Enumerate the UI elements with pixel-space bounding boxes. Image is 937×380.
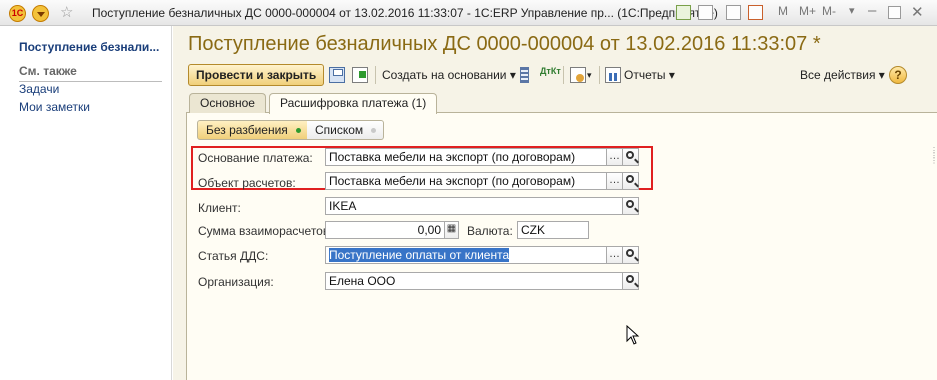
- calculator-icon[interactable]: ▦: [444, 221, 459, 239]
- sidebar-link-tasks[interactable]: Задачи: [19, 82, 59, 96]
- settlement-object-label: Объект расчетов:: [198, 176, 296, 190]
- app-logo-icon[interactable]: 1С: [9, 5, 26, 22]
- organization-field[interactable]: Елена ООО: [325, 272, 623, 290]
- close-icon[interactable]: ✕: [911, 3, 924, 21]
- list-icon[interactable]: [520, 67, 529, 83]
- mouse-cursor-icon: [626, 325, 640, 345]
- search-icon: [626, 275, 634, 283]
- search-button[interactable]: [622, 148, 639, 166]
- form-area: Поступление безналичных ДС 0000-000004 о…: [173, 26, 937, 380]
- dtkt-icon[interactable]: ДтКт: [540, 67, 561, 83]
- search-icon: [626, 175, 634, 183]
- see-also-heading: См. также: [19, 64, 77, 78]
- search-icon: [626, 249, 634, 257]
- main-menu-icon[interactable]: [32, 5, 49, 22]
- mode-list-label: Списком: [315, 123, 364, 137]
- post-and-close-button[interactable]: Провести и закрыть: [188, 64, 325, 86]
- chevron-down-icon[interactable]: ▾: [587, 64, 592, 86]
- search-icon: [626, 151, 634, 159]
- search-icon: [626, 200, 634, 208]
- search-button[interactable]: [622, 172, 639, 190]
- client-label: Клиент:: [198, 201, 241, 215]
- doc-icon[interactable]: [570, 67, 586, 83]
- organization-label: Организация:: [198, 275, 274, 289]
- mode-no-split-label: Без разбиения: [206, 123, 288, 137]
- client-field[interactable]: IKEA: [325, 197, 623, 215]
- select-ellipsis-button[interactable]: …: [606, 246, 623, 264]
- maximize-icon[interactable]: [888, 6, 901, 19]
- calendar-icon[interactable]: [748, 5, 763, 20]
- panel-header[interactable]: Поступление безнали...: [19, 40, 164, 54]
- currency-label: Валюта:: [467, 224, 513, 238]
- memory-plus-button[interactable]: M+: [799, 4, 816, 22]
- cash-flow-item-label: Статья ДДС:: [198, 249, 269, 263]
- resize-grip[interactable]: ⋮ ⋮ ⋮: [930, 147, 937, 165]
- page-title: Поступление безналичных ДС 0000-000004 о…: [188, 33, 821, 55]
- save-icon[interactable]: [329, 67, 345, 83]
- search-button[interactable]: [622, 272, 639, 290]
- cash-flow-item-field[interactable]: Поступление оплаты от клиента: [325, 246, 607, 264]
- window-titlebar: 1С ☆ Поступление безналичных ДС 0000-000…: [0, 0, 937, 26]
- select-ellipsis-button[interactable]: …: [606, 172, 623, 190]
- window-title: Поступление безналичных ДС 0000-000004 о…: [92, 6, 718, 20]
- select-ellipsis-button[interactable]: …: [606, 148, 623, 166]
- selected-indicator-icon: [295, 128, 301, 133]
- amount-field[interactable]: 0,00: [325, 221, 445, 239]
- reports-label: Отчеты: [624, 68, 666, 82]
- tab-payment-details[interactable]: Расшифровка платежа (1): [269, 93, 438, 114]
- all-actions-button[interactable]: Все действия ▾: [800, 64, 885, 86]
- add-favorite-icon[interactable]: [676, 5, 691, 20]
- memory-m-button[interactable]: M: [778, 4, 788, 22]
- tab-main[interactable]: Основное: [189, 93, 266, 113]
- search-button[interactable]: [622, 197, 639, 215]
- sidebar-link-notes[interactable]: Мои заметки: [19, 100, 90, 114]
- memory-minus-button[interactable]: M-: [822, 4, 836, 22]
- dropdown-arrow-icon[interactable]: ▾: [849, 4, 855, 22]
- all-actions-label: Все действия: [800, 68, 876, 82]
- toolbar-separator: [375, 66, 376, 84]
- search-button[interactable]: [622, 246, 639, 264]
- amount-label: Сумма взаиморасчетов:: [198, 224, 333, 238]
- calculator-icon[interactable]: [726, 5, 741, 20]
- create-based-on-label: Создать на основании: [382, 68, 507, 82]
- navigation-panel: Поступление безнали... См. также Задачи …: [0, 26, 180, 380]
- payment-basis-field[interactable]: Поставка мебели на экспорт (по договорам…: [325, 148, 607, 166]
- toolbar-separator: [599, 66, 600, 84]
- post-icon[interactable]: [352, 67, 368, 83]
- selected-value: Поступление оплаты от клиента: [329, 248, 510, 262]
- minimize-icon[interactable]: –: [868, 2, 876, 20]
- mode-no-split-button[interactable]: Без разбиения: [197, 120, 309, 140]
- currency-field[interactable]: CZK: [517, 221, 589, 239]
- favorite-star-icon[interactable]: ☆: [60, 3, 73, 21]
- create-based-on-button[interactable]: Создать на основании ▾: [382, 64, 516, 86]
- report-icon[interactable]: [605, 67, 621, 83]
- help-button[interactable]: ?: [889, 66, 907, 84]
- unselected-indicator-icon: [371, 128, 377, 133]
- settlement-object-field[interactable]: Поставка мебели на экспорт (по договорам…: [325, 172, 607, 190]
- toolbar-separator: [563, 66, 564, 84]
- reports-button[interactable]: Отчеты ▾: [624, 64, 675, 86]
- link-icon[interactable]: [698, 5, 713, 20]
- payment-basis-label: Основание платежа:: [198, 151, 313, 165]
- mode-list-button[interactable]: Списком: [307, 120, 385, 140]
